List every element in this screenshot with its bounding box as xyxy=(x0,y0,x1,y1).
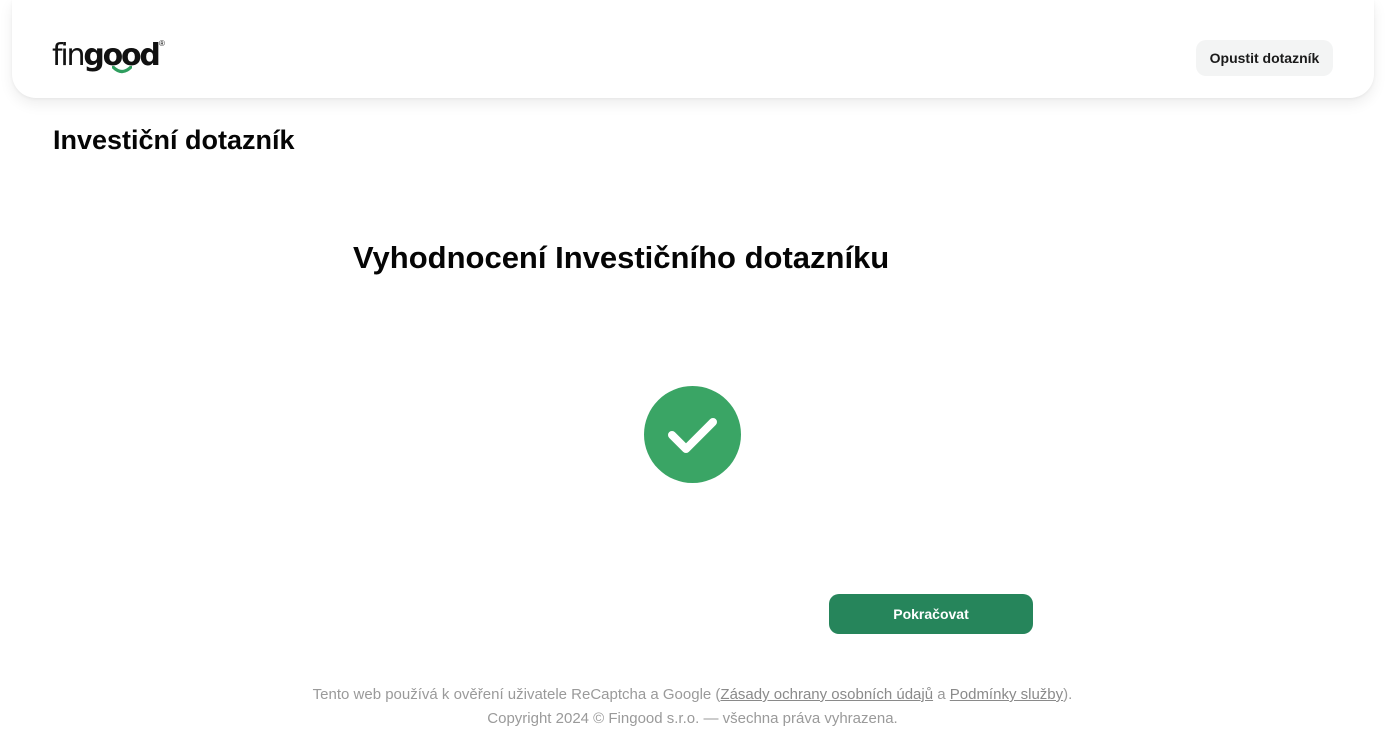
leave-questionnaire-button[interactable]: Opustit dotazník xyxy=(1196,40,1333,76)
footer: Tento web používá k ověření uživatele Re… xyxy=(0,683,1385,731)
check-circle-icon xyxy=(644,386,741,483)
page: fingood ® Opustit dotazník Investiční do… xyxy=(0,0,1395,756)
privacy-policy-link[interactable]: Zásady ochrany osobních údajů xyxy=(720,686,933,703)
recaptcha-text-before: Tento web používá k ověření uživatele Re… xyxy=(312,686,721,703)
page-title: Investiční dotazník xyxy=(53,125,295,155)
logo-smile-icon xyxy=(112,66,132,74)
evaluation-title: Vyhodnocení Investičního dotazníku xyxy=(353,240,890,275)
logo-registered-mark: ® xyxy=(159,39,165,48)
recaptcha-text-between: a xyxy=(933,686,950,703)
copyright-text: Copyright 2024 © Fingood s.r.o. — všechn… xyxy=(487,710,898,727)
top-header: fingood ® Opustit dotazník xyxy=(12,0,1374,98)
continue-button[interactable]: Pokračovat xyxy=(829,594,1033,634)
recaptcha-text-after: ). xyxy=(1063,686,1073,703)
fingood-logo[interactable]: fingood ® xyxy=(52,36,172,80)
logo-wordmark: fingood xyxy=(52,36,161,76)
recaptcha-notice: Tento web používá k ověření uživatele Re… xyxy=(0,683,1385,707)
logo-text-regular: fin xyxy=(52,38,86,73)
terms-of-service-link[interactable]: Podmínky služby xyxy=(950,686,1063,703)
